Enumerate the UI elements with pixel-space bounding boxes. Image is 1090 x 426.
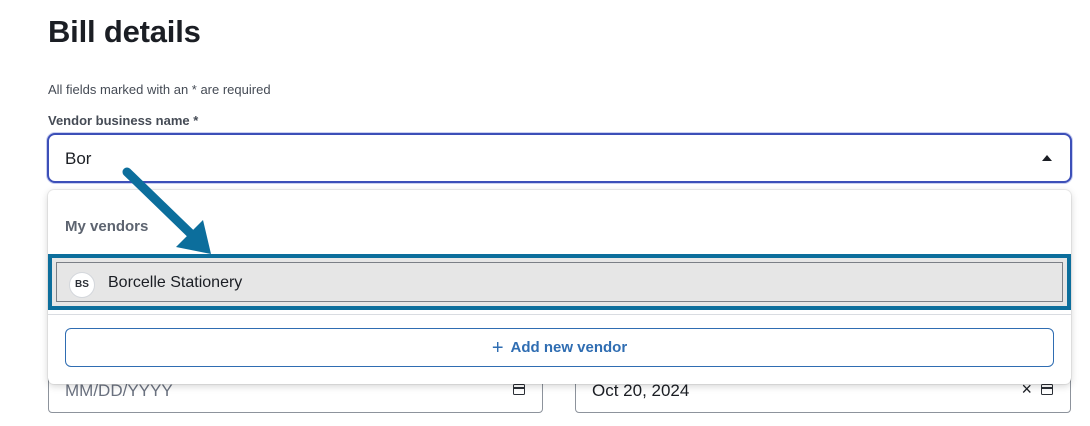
vendor-search-input[interactable]: Bor	[47, 133, 1072, 183]
plus-icon: +	[491, 337, 504, 359]
vendor-option-label: Borcelle Stationery	[108, 274, 243, 291]
vendor-option-borcelle-stationery[interactable]: BS Borcelle Stationery	[48, 254, 1071, 310]
calendar-icon[interactable]	[513, 384, 525, 395]
add-new-vendor-button[interactable]: + Add new vendor	[65, 328, 1054, 367]
vendor-field-label: Vendor business name *	[48, 113, 199, 128]
calendar-icon[interactable]	[1041, 384, 1053, 395]
option-highlight: BS Borcelle Stationery	[56, 262, 1063, 302]
avatar: BS	[69, 272, 95, 298]
required-fields-note: All fields marked with an * are required	[48, 82, 271, 97]
dropdown-group-label: My vendors	[65, 218, 149, 235]
vendor-input-value: Bor	[65, 149, 92, 168]
date-right-value: Oct 20, 2024	[592, 381, 690, 400]
dropdown-divider	[48, 314, 1071, 315]
vendor-dropdown-menu: My vendors BS Borcelle Stationery + Add n…	[48, 190, 1071, 384]
caret-up-icon[interactable]	[1042, 155, 1052, 161]
add-vendor-label: Add new vendor	[510, 339, 628, 356]
bill-details-page: Bill details All fields marked with an *…	[0, 0, 1090, 426]
page-title: Bill details	[48, 14, 201, 49]
date-left-placeholder: MM/DD/YYYY	[65, 381, 173, 400]
